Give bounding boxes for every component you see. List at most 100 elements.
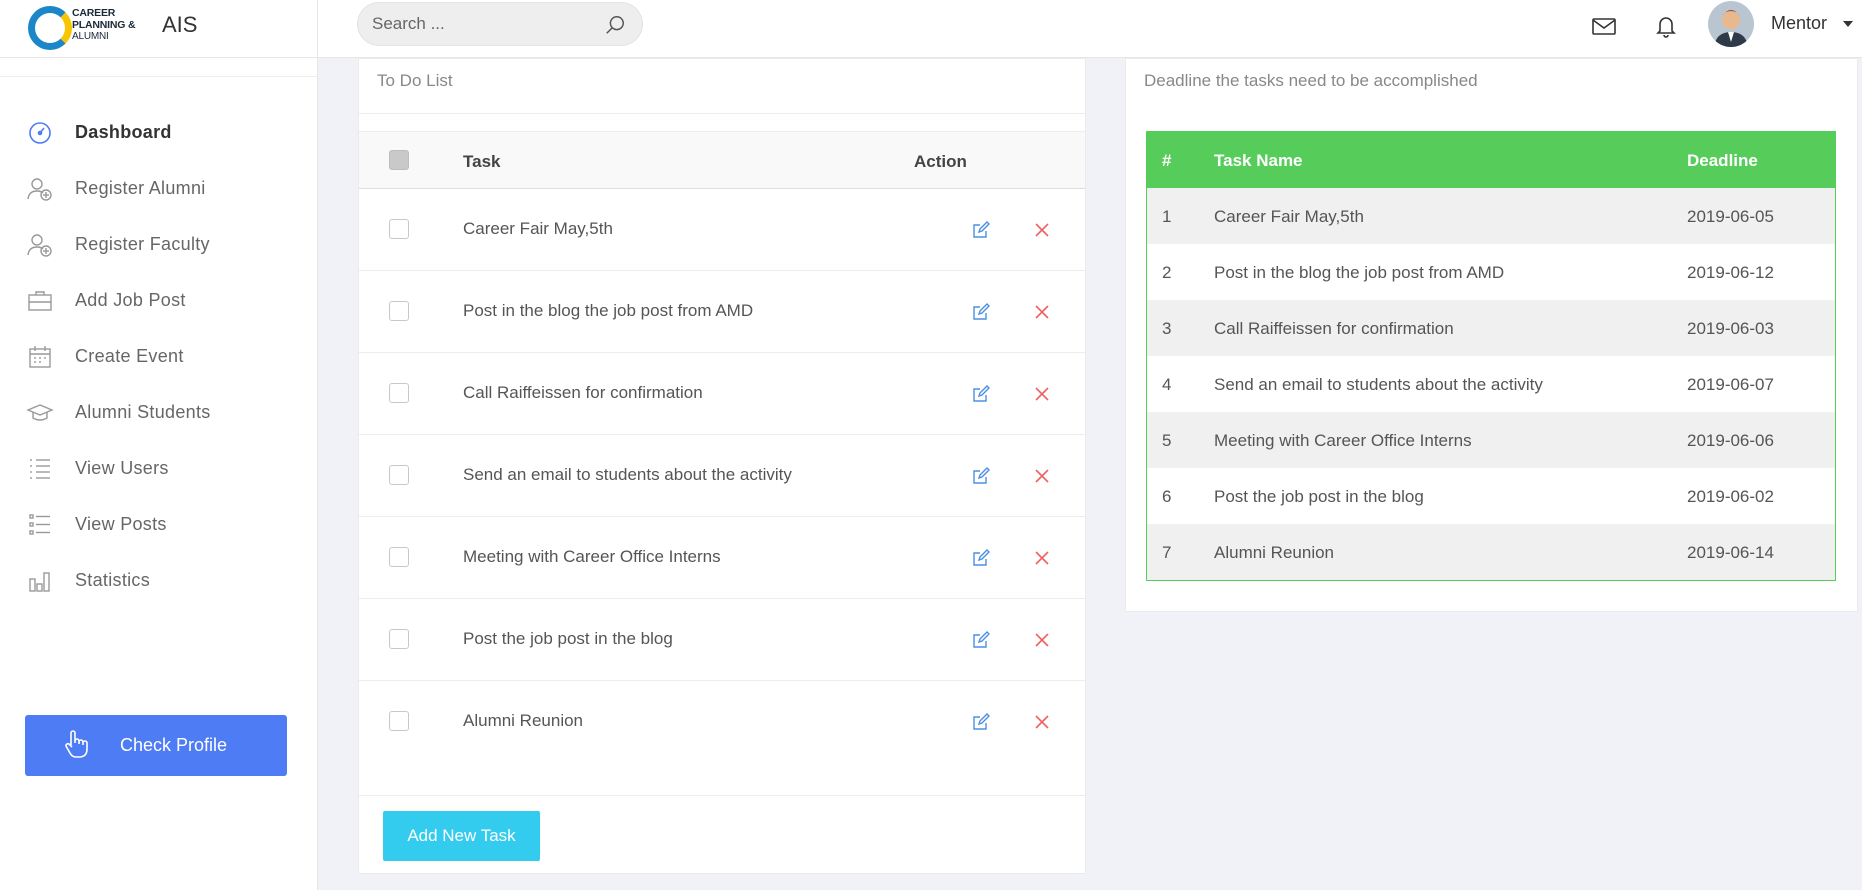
graduation-cap-icon (26, 404, 54, 421)
edit-icon[interactable] (971, 384, 991, 404)
calendar-icon (29, 346, 51, 368)
row-deadline: 2019-06-14 (1687, 543, 1774, 562)
sidebar-item-label: View Posts (75, 514, 167, 534)
row-task-name: Alumni Reunion (1214, 543, 1335, 562)
sidebar-item-view-posts[interactable]: View Posts (0, 497, 318, 553)
bar-chart-icon (29, 572, 50, 592)
edit-icon[interactable] (971, 712, 991, 732)
sidebar-item-create-event[interactable]: Create Event (0, 329, 318, 385)
sidebar-item-label: Statistics (75, 570, 151, 590)
todo-row: Call Raiffeissen for confirmation (359, 353, 1085, 435)
table-row: 3 Call Raiffeissen for confirmation 2019… (1147, 300, 1835, 356)
sidebar-item-alumni-students[interactable]: Alumni Students (0, 385, 318, 441)
task-checkbox[interactable] (389, 465, 409, 485)
delete-icon[interactable] (1033, 713, 1051, 731)
deadline-title: Deadline the tasks need to be accomplish… (1144, 71, 1478, 90)
table-row: 7 Alumni Reunion 2019-06-14 (1147, 524, 1835, 580)
delete-icon[interactable] (1033, 385, 1051, 403)
user-add-icon (27, 234, 52, 257)
delete-icon[interactable] (1033, 631, 1051, 649)
task-label: Career Fair May,5th (463, 219, 613, 238)
task-checkbox[interactable] (389, 301, 409, 321)
delete-icon[interactable] (1033, 467, 1051, 485)
todo-table-header: Task Action (359, 131, 1085, 189)
task-label: Call Raiffeissen for confirmation (463, 383, 703, 402)
column-header-action: Action (914, 152, 967, 171)
todo-panel: To Do List Task Action Career Fair May,5… (358, 58, 1086, 874)
sidebar-item-view-users[interactable]: View Users (0, 441, 318, 497)
task-label: Meeting with Career Office Interns (463, 547, 721, 566)
row-number: 1 (1162, 207, 1172, 226)
sidebar-item-label: Alumni Students (75, 402, 211, 422)
column-header-task-name: Task Name (1214, 151, 1303, 170)
edit-icon[interactable] (971, 630, 991, 650)
sidebar-item-add-job-post[interactable]: Add Job Post (0, 273, 318, 329)
row-number: 5 (1162, 431, 1172, 450)
row-deadline: 2019-06-12 (1687, 263, 1774, 282)
edit-icon[interactable] (971, 466, 991, 486)
delete-icon[interactable] (1033, 221, 1051, 239)
task-label: Post the job post in the blog (463, 629, 673, 648)
check-profile-button[interactable]: Check Profile (25, 715, 287, 776)
task-checkbox[interactable] (389, 547, 409, 567)
sidebar-item-label: View Users (75, 458, 169, 478)
todo-row: Post in the blog the job post from AMD (359, 271, 1085, 353)
sidebar-item-label: Add Job Post (75, 290, 186, 310)
row-deadline: 2019-06-03 (1687, 319, 1774, 338)
add-new-task-button[interactable]: Add New Task (383, 811, 540, 861)
sidebar-item-label: Register Alumni (75, 178, 206, 198)
deadline-panel: Deadline the tasks need to be accomplish… (1125, 58, 1858, 612)
bell-icon[interactable] (1652, 12, 1680, 40)
search-icon[interactable] (604, 14, 626, 36)
mail-icon[interactable] (1590, 12, 1618, 40)
table-row: 6 Post the job post in the blog 2019-06-… (1147, 468, 1835, 524)
logo-text-line3: ALUMNI (72, 31, 109, 42)
sidebar-item-dashboard[interactable]: Dashboard (0, 105, 318, 161)
sidebar-item-register-alumni[interactable]: Register Alumni (0, 161, 318, 217)
edit-icon[interactable] (971, 302, 991, 322)
task-checkbox[interactable] (389, 629, 409, 649)
todo-row: Alumni Reunion (359, 681, 1085, 763)
row-deadline: 2019-06-05 (1687, 207, 1774, 226)
row-task-name: Meeting with Career Office Interns (1214, 431, 1472, 450)
row-deadline: 2019-06-02 (1687, 487, 1774, 506)
select-all-checkbox[interactable] (389, 150, 409, 170)
todo-row: Meeting with Career Office Interns (359, 517, 1085, 599)
dashboard-gauge-icon (29, 122, 51, 144)
logo-text-line1: CAREER (72, 7, 116, 19)
row-task-name: Post in the blog the job post from AMD (1214, 263, 1505, 282)
task-checkbox[interactable] (389, 219, 409, 239)
search-input[interactable] (372, 12, 592, 36)
row-deadline: 2019-06-06 (1687, 431, 1774, 450)
row-task-name: Post the job post in the blog (1214, 487, 1424, 506)
sidebar: Dashboard Register Alumni Register Facul… (0, 58, 318, 890)
avatar[interactable] (1708, 1, 1754, 47)
task-label: Alumni Reunion (463, 711, 584, 730)
todo-title: To Do List (377, 71, 453, 90)
row-task-name: Send an email to students about the acti… (1214, 375, 1543, 394)
list-icon (30, 459, 50, 479)
table-row: 4 Send an email to students about the ac… (1147, 356, 1835, 412)
edit-icon[interactable] (971, 220, 991, 240)
task-checkbox[interactable] (389, 711, 409, 731)
table-row: 5 Meeting with Career Office Interns 201… (1147, 412, 1835, 468)
edit-icon[interactable] (971, 548, 991, 568)
deadline-table-header: # Task Name Deadline (1147, 132, 1835, 188)
delete-icon[interactable] (1033, 303, 1051, 321)
app-name: AIS (162, 12, 198, 37)
row-number: 3 (1162, 319, 1172, 338)
row-number: 6 (1162, 487, 1172, 506)
task-checkbox[interactable] (389, 383, 409, 403)
row-task-name: Call Raiffeissen for confirmation (1214, 319, 1454, 338)
pointer-hand-icon (65, 730, 88, 758)
row-task-name: Career Fair May,5th (1214, 207, 1364, 226)
user-name[interactable]: Mentor (1771, 13, 1827, 34)
check-profile-label: Check Profile (120, 735, 228, 755)
career-planning-logo[interactable]: CAREER PLANNING & ALUMNI (28, 4, 158, 52)
delete-icon[interactable] (1033, 549, 1051, 567)
row-number: 4 (1162, 375, 1172, 394)
list-icon (29, 514, 50, 535)
sidebar-item-statistics[interactable]: Statistics (0, 553, 318, 609)
chevron-down-icon[interactable] (1843, 21, 1853, 27)
sidebar-item-register-faculty[interactable]: Register Faculty (0, 217, 318, 273)
